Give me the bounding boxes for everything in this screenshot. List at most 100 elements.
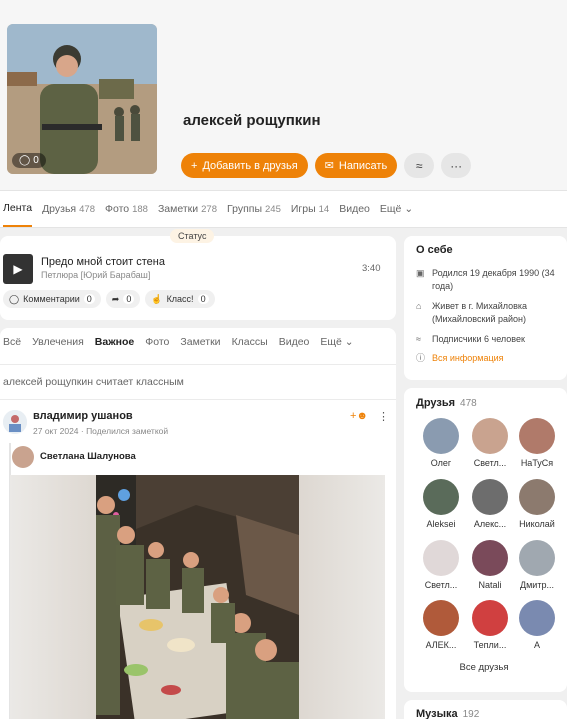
all-info-text: Вся информация: [432, 353, 504, 363]
friend-item[interactable]: НаТуСя: [512, 418, 562, 468]
feed-tab-important[interactable]: Важное: [95, 336, 134, 348]
share-button[interactable]: ➦ 0: [105, 290, 141, 308]
friend-avatar[interactable]: [519, 600, 555, 636]
friend-avatar[interactable]: [519, 418, 555, 454]
friend-item[interactable]: АЛЕК...: [416, 600, 466, 650]
feed-tab-video[interactable]: Видео: [279, 336, 310, 348]
tab-more[interactable]: Ещё ⌄: [380, 191, 413, 227]
friends-title[interactable]: Друзья 478: [416, 397, 477, 409]
play-icon: ▶: [13, 262, 23, 276]
info-icon: ⓘ: [416, 353, 426, 363]
post-actions: +☻ ⋮: [350, 410, 389, 423]
play-button[interactable]: ▶: [3, 254, 33, 284]
tab-games[interactable]: Игры 14: [291, 191, 329, 227]
photo-count-badge[interactable]: ◯ 0: [12, 153, 46, 168]
post-author-avatar[interactable]: [3, 410, 27, 434]
friend-avatar[interactable]: [472, 540, 508, 576]
tab-feed[interactable]: Лента: [3, 191, 33, 227]
all-friends-link[interactable]: Все друзья: [404, 662, 564, 673]
friend-item[interactable]: Светл...: [465, 418, 515, 468]
friend-avatar[interactable]: [423, 418, 459, 454]
tab-more-label: Ещё: [379, 203, 402, 215]
tab-photos[interactable]: Фото 188: [105, 191, 148, 227]
chevron-down-icon: ⌄: [404, 203, 414, 215]
feed-tab-notes[interactable]: Заметки: [180, 336, 220, 348]
post-image[interactable]: [10, 475, 385, 719]
add-friend-label: Добавить в друзья: [202, 159, 298, 172]
post-meta: 27 окт 2024 · Поделился заметкой: [33, 426, 169, 436]
feed-subtitle: алексей рощупкин считает классным: [3, 376, 184, 388]
feed-divider: [0, 399, 396, 400]
friend-avatar[interactable]: [472, 418, 508, 454]
post-photo: [96, 475, 299, 719]
friend-name[interactable]: Тепли...: [465, 640, 515, 650]
friend-name[interactable]: НаТуСя: [512, 458, 562, 468]
friend-avatar[interactable]: [472, 479, 508, 515]
friend-item[interactable]: Алекс...: [465, 479, 515, 529]
feed-tabs: Всё Увлечения Важное Фото Заметки Классы…: [0, 336, 354, 348]
post-author-name[interactable]: владимир ушанов: [33, 410, 133, 422]
tab-groups[interactable]: Группы 245: [227, 191, 281, 227]
friend-name[interactable]: Николай: [512, 519, 562, 529]
friend-avatar[interactable]: [519, 540, 555, 576]
about-followers[interactable]: ≈ Подписчики 6 человек: [416, 333, 564, 346]
add-user-icon: +: [191, 159, 198, 172]
friend-name[interactable]: Дмитр...: [512, 580, 562, 590]
music-title[interactable]: Музыка 192: [416, 708, 479, 719]
status-tag: Статус: [170, 229, 215, 243]
friend-item[interactable]: Natali: [465, 540, 515, 590]
friend-item[interactable]: Николай: [512, 479, 562, 529]
profile-avatar[interactable]: ◯ 0: [7, 24, 157, 174]
friend-item[interactable]: А: [512, 600, 562, 650]
feed-tab-all[interactable]: Всё: [3, 336, 21, 348]
shared-author-name[interactable]: Светлана Шалунова: [40, 451, 136, 462]
feed-tab-hobbies[interactable]: Увлечения: [32, 336, 84, 348]
comments-button[interactable]: ◯ Комментарии 0: [3, 290, 101, 308]
tab-video[interactable]: Видео: [339, 191, 370, 227]
friend-avatar[interactable]: [423, 479, 459, 515]
feed-tab-more[interactable]: Ещё ⌄: [320, 336, 353, 348]
feed-tab-photos[interactable]: Фото: [145, 336, 169, 348]
rss-icon: ≈: [416, 334, 421, 344]
tab-notes[interactable]: Заметки 278: [158, 191, 217, 227]
comments-label: Комментарии: [23, 294, 80, 304]
like-button[interactable]: ☝ Класс! 0: [145, 290, 215, 308]
friend-item[interactable]: Светл...: [416, 540, 466, 590]
all-info-link[interactable]: ⓘ Вся информация: [416, 352, 564, 365]
message-button[interactable]: ✉ Написать: [314, 153, 398, 178]
likes-count: 0: [197, 294, 209, 304]
more-actions-button[interactable]: ···: [441, 153, 472, 178]
track-title[interactable]: Предо мной стоит стена: [41, 256, 165, 268]
subscribe-button[interactable]: ≈: [404, 153, 435, 178]
friend-item[interactable]: Дмитр...: [512, 540, 562, 590]
likes-label: Класс!: [166, 294, 194, 304]
friend-avatar[interactable]: [423, 540, 459, 576]
more-vertical-icon[interactable]: ⋮: [378, 410, 389, 423]
feed-tab-more-label: Ещё: [320, 336, 342, 348]
friend-name[interactable]: А: [512, 640, 562, 650]
friend-avatar[interactable]: [472, 600, 508, 636]
track-artist[interactable]: Петлюра [Юрий Барабаш]: [41, 270, 150, 280]
friend-item[interactable]: Олег: [416, 418, 466, 468]
add-friend-button[interactable]: + Добавить в друзья: [181, 153, 308, 178]
friend-name[interactable]: Aleksei: [416, 519, 466, 529]
tab-friends[interactable]: Друзья 478: [42, 191, 95, 227]
chat-icon: ✉: [324, 160, 334, 172]
friend-item[interactable]: Aleksei: [416, 479, 466, 529]
friend-name[interactable]: АЛЕК...: [416, 640, 466, 650]
friend-avatar[interactable]: [423, 600, 459, 636]
shared-author-avatar[interactable]: [12, 446, 34, 468]
friends-count: 478: [460, 398, 477, 409]
friend-name[interactable]: Светл...: [465, 458, 515, 468]
friend-name[interactable]: Алекс...: [465, 519, 515, 529]
friend-name[interactable]: Светл...: [416, 580, 466, 590]
friend-name[interactable]: Natali: [465, 580, 515, 590]
add-friend-icon[interactable]: +☻: [350, 410, 368, 423]
feed-tab-likes[interactable]: Классы: [232, 336, 268, 348]
friend-avatar[interactable]: [519, 479, 555, 515]
tab-friends-count: 478: [79, 203, 95, 215]
friend-item[interactable]: Тепли...: [465, 600, 515, 650]
comment-icon: ◯: [9, 293, 20, 304]
calendar-icon: ▣: [416, 268, 425, 278]
friend-name[interactable]: Олег: [416, 458, 466, 468]
